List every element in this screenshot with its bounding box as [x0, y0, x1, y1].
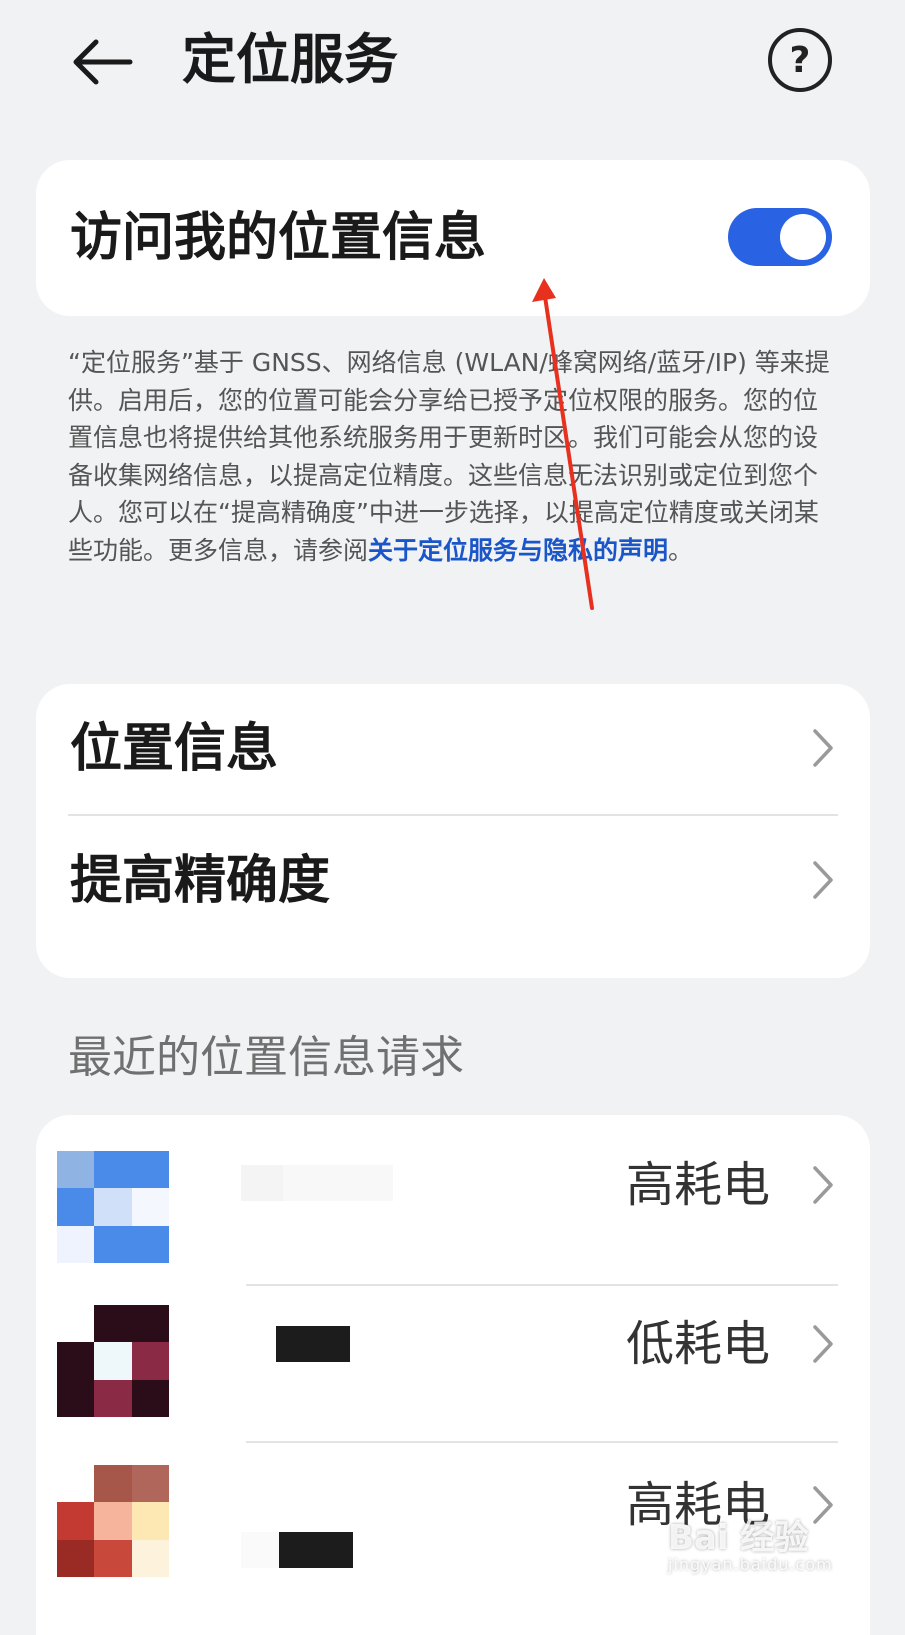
menu-item-label: 提高精确度: [70, 851, 331, 911]
description-text: “定位服务”基于 GNSS、网络信息 (WLAN/蜂窝网络/蓝牙/IP) 等来提…: [68, 348, 830, 565]
watermark-brand: Bai 经验: [668, 1518, 809, 1558]
page-title: 定位服务: [182, 28, 398, 91]
help-icon: ?: [789, 39, 811, 81]
location-access-label: 访问我的位置信息: [70, 208, 487, 268]
chevron-right-icon: [813, 861, 833, 899]
top-bar: 定位服务 ?: [0, 0, 905, 130]
description-tail: 。: [668, 535, 694, 565]
power-usage-label: 高耗电: [625, 1157, 770, 1213]
menu-item-improve-accuracy[interactable]: 提高精确度: [36, 816, 870, 946]
location-service-description: “定位服务”基于 GNSS、网络信息 (WLAN/蜂窝网络/蓝牙/IP) 等来提…: [68, 344, 838, 570]
baidu-watermark-logo: Bai 经验 jingyan.baidu.com: [668, 1510, 868, 1580]
app-name-redacted: [241, 1532, 353, 1568]
menu-item-location-info[interactable]: 位置信息: [36, 684, 870, 814]
location-settings-card: 位置信息 提高精确度: [36, 684, 870, 978]
chevron-right-icon: [813, 1166, 833, 1204]
location-access-card: 访问我的位置信息: [36, 160, 870, 316]
toggle-knob: [780, 214, 826, 260]
menu-item-label: 位置信息: [70, 719, 279, 779]
app-icon: [57, 1151, 169, 1263]
app-name-redacted: [276, 1326, 350, 1362]
app-name-redacted: [241, 1165, 393, 1201]
back-button[interactable]: [62, 22, 142, 102]
watermark-url: jingyan.baidu.com: [668, 1555, 833, 1574]
chevron-right-icon: [813, 1325, 833, 1363]
app-icon: [57, 1305, 169, 1417]
privacy-statement-link[interactable]: 关于定位服务与隐私的声明: [368, 536, 668, 565]
location-access-toggle[interactable]: [728, 208, 832, 266]
app-icon: [57, 1465, 169, 1577]
recent-requests-title: 最近的位置信息请求: [68, 1032, 464, 1083]
list-item[interactable]: 高耗电: [36, 1115, 870, 1273]
help-button[interactable]: ?: [768, 28, 832, 92]
arrow-left-icon: [73, 39, 133, 85]
chevron-right-icon: [813, 729, 833, 767]
list-item[interactable]: 低耗电: [36, 1281, 870, 1439]
power-usage-label: 低耗电: [625, 1316, 770, 1372]
